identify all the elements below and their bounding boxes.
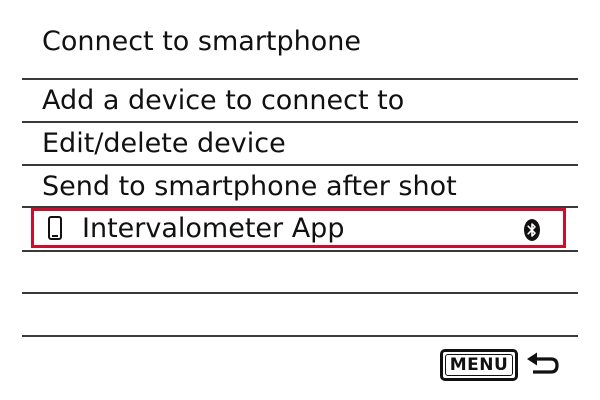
menu-button-label: MENU xyxy=(445,354,513,376)
divider xyxy=(22,250,578,252)
menu-item-send-after-shot[interactable]: Send to smartphone after shot xyxy=(42,169,457,205)
menu-item-add-device[interactable]: Add a device to connect to xyxy=(42,83,404,119)
divider xyxy=(22,164,578,166)
selected-device-label: Intervalometer App xyxy=(82,213,345,244)
menu-item-edit-delete-device[interactable]: Edit/delete device xyxy=(42,126,286,162)
divider xyxy=(22,292,578,294)
page-title: Connect to smartphone xyxy=(42,26,362,57)
divider xyxy=(22,335,578,337)
divider xyxy=(22,121,578,123)
smartphone-icon xyxy=(48,216,62,240)
return-arrow-icon[interactable] xyxy=(525,350,561,380)
divider xyxy=(22,78,578,80)
connect-to-smartphone-screen: Connect to smartphone Add a device to co… xyxy=(0,0,600,400)
menu-button[interactable]: MENU xyxy=(440,349,518,381)
bluetooth-icon xyxy=(524,219,540,241)
